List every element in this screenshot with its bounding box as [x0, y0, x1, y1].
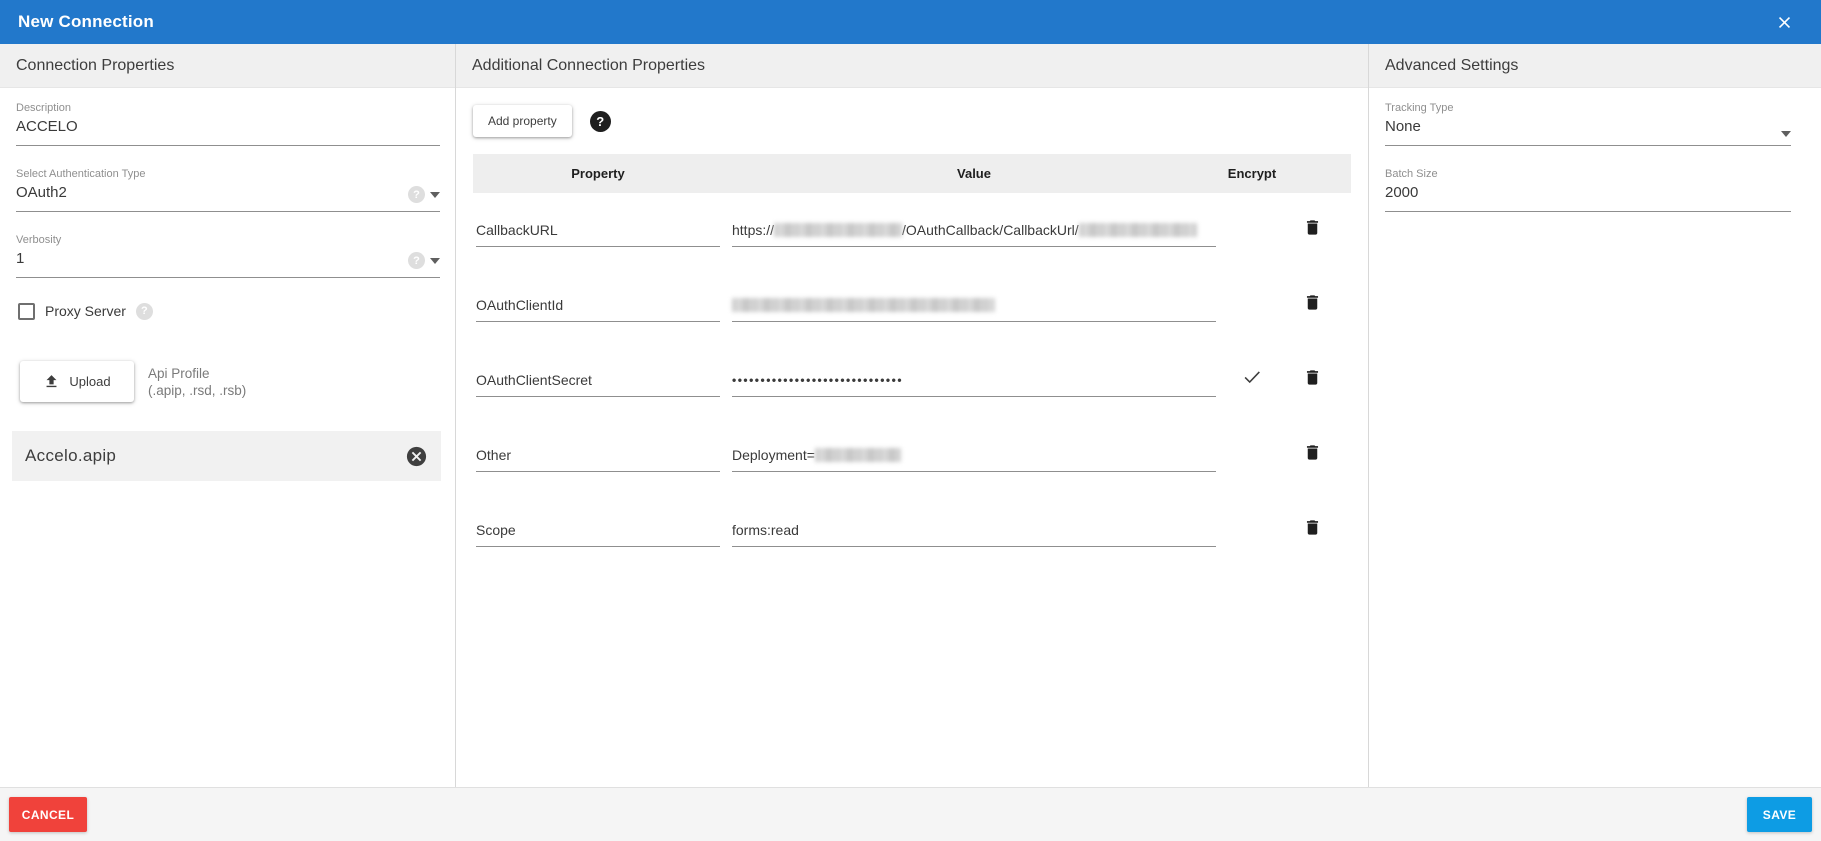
verbosity-adornments: ?	[408, 252, 440, 269]
property-value-input[interactable]: forms:read	[732, 521, 1216, 547]
api-profile-caption-line2: (.apip, .rsd, .rsb)	[148, 382, 246, 399]
remove-file-icon[interactable]	[404, 444, 428, 468]
connection-properties-content: Description ACCELO Select Authentication…	[0, 88, 455, 402]
value-text: /OAuthCallback/CallbackUrl/	[902, 222, 1079, 238]
batch-size-input[interactable]: 2000	[1385, 181, 1791, 205]
api-profile-caption-line1: Api Profile	[148, 365, 246, 382]
uploaded-file-name: Accelo.apip	[25, 446, 116, 466]
close-icon[interactable]	[1771, 9, 1797, 35]
delete-row-icon[interactable]	[1288, 292, 1336, 322]
authentication-type-field[interactable]: Select Authentication Type OAuth2 ?	[16, 167, 440, 212]
uploaded-file-bar: Accelo.apip	[12, 431, 441, 481]
verbosity-label: Verbosity	[16, 233, 440, 247]
description-label: Description	[16, 101, 440, 115]
dialog-title: New Connection	[18, 12, 154, 32]
batch-size-field[interactable]: Batch Size 2000	[1385, 167, 1791, 212]
description-input[interactable]: ACCELO	[16, 115, 440, 139]
table-row: OAuthClientSecret •••••••••••••••••••••••…	[473, 322, 1351, 397]
property-name-input[interactable]: OAuthClientId	[476, 296, 720, 322]
property-value-input[interactable]	[732, 296, 1216, 322]
table-row: Other Deployment=	[473, 397, 1351, 472]
cancel-button[interactable]: CANCEL	[9, 797, 87, 832]
value-text: forms:read	[732, 522, 799, 538]
delete-row-icon[interactable]	[1288, 217, 1336, 247]
encrypt-cell	[1216, 238, 1288, 247]
value-text: https://	[732, 222, 774, 238]
redacted-value	[774, 223, 902, 237]
authentication-type-label: Select Authentication Type	[16, 167, 440, 181]
property-name-input[interactable]: OAuthClientSecret	[476, 371, 720, 397]
additional-properties-content: Add property ? Property Value Encrypt Ca…	[456, 88, 1368, 547]
delete-row-icon[interactable]	[1288, 367, 1336, 397]
redacted-value	[815, 448, 901, 462]
add-property-button[interactable]: Add property	[473, 105, 572, 137]
property-value-input[interactable]: Deployment=	[732, 446, 1216, 472]
masked-value-text: ••••••••••••••••••••••••••••••	[732, 373, 903, 387]
batch-size-label: Batch Size	[1385, 167, 1791, 181]
api-profile-caption: Api Profile (.apip, .rsd, .rsb)	[148, 365, 246, 399]
help-icon[interactable]: ?	[408, 252, 425, 269]
authentication-type-adornments: ?	[408, 186, 440, 203]
property-name-input[interactable]: CallbackURL	[476, 221, 720, 247]
proxy-server-label: Proxy Server	[45, 303, 126, 319]
authentication-type-select[interactable]: OAuth2	[16, 181, 440, 205]
dialog-header: New Connection	[0, 0, 1821, 44]
upload-button[interactable]: Upload	[20, 361, 134, 402]
help-icon[interactable]: ?	[136, 303, 153, 320]
value-text: Deployment=	[732, 447, 815, 463]
chevron-down-icon[interactable]	[430, 192, 440, 198]
additional-properties-title: Additional Connection Properties	[456, 44, 1368, 88]
table-row: CallbackURL https:// /OAuthCallback/Callba…	[473, 193, 1351, 247]
redacted-value	[1079, 223, 1197, 237]
additional-properties-panel: Additional Connection Properties Add pro…	[456, 44, 1369, 787]
upload-icon	[43, 373, 60, 390]
delete-row-icon[interactable]	[1288, 517, 1336, 547]
property-value-input[interactable]: ••••••••••••••••••••••••••••••	[732, 370, 1216, 397]
encrypt-cell	[1216, 463, 1288, 472]
help-icon[interactable]: ?	[408, 186, 425, 203]
advanced-settings-content: Tracking Type None Batch Size 2000	[1369, 88, 1821, 212]
connection-properties-title: Connection Properties	[0, 44, 455, 88]
dialog-footer: CANCEL SAVE	[0, 787, 1821, 841]
tracking-type-field[interactable]: Tracking Type None	[1385, 101, 1791, 146]
help-icon[interactable]: ?	[590, 111, 611, 132]
tracking-type-adornments	[1781, 131, 1791, 137]
description-field[interactable]: Description ACCELO	[16, 101, 440, 146]
dialog-body: Connection Properties Description ACCELO…	[0, 44, 1821, 787]
encrypt-check-icon[interactable]	[1216, 366, 1288, 397]
encrypt-cell	[1216, 538, 1288, 547]
proxy-server-checkbox[interactable]	[18, 303, 35, 320]
advanced-settings-title: Advanced Settings	[1369, 44, 1821, 88]
redacted-value	[732, 298, 995, 312]
proxy-server-row: Proxy Server ?	[18, 301, 440, 321]
property-table-header: Property Value Encrypt	[473, 154, 1351, 193]
encrypt-cell	[1216, 313, 1288, 322]
tracking-type-select[interactable]: None	[1385, 115, 1791, 139]
property-name-input[interactable]: Other	[476, 446, 720, 472]
encrypt-column-header: Encrypt	[1216, 166, 1288, 181]
add-property-row: Add property ?	[473, 105, 1351, 137]
property-rows: CallbackURL https:// /OAuthCallback/Callba…	[473, 193, 1351, 547]
advanced-settings-panel: Advanced Settings Tracking Type None Bat…	[1369, 44, 1821, 787]
api-profile-upload-row: Upload Api Profile (.apip, .rsd, .rsb)	[16, 361, 440, 402]
new-connection-dialog: New Connection Connection Properties Des…	[0, 0, 1821, 841]
tracking-type-label: Tracking Type	[1385, 101, 1791, 115]
verbosity-field[interactable]: Verbosity 1 ?	[16, 233, 440, 278]
chevron-down-icon[interactable]	[430, 258, 440, 264]
table-row: Scope forms:read	[473, 472, 1351, 547]
verbosity-select[interactable]: 1	[16, 247, 440, 271]
upload-button-label: Upload	[69, 374, 110, 389]
save-button[interactable]: SAVE	[1747, 797, 1812, 832]
property-value-input[interactable]: https:// /OAuthCallback/CallbackUrl/	[732, 221, 1216, 247]
value-column-header: Value	[732, 166, 1216, 181]
table-row: OAuthClientId	[473, 247, 1351, 322]
chevron-down-icon[interactable]	[1781, 131, 1791, 137]
delete-row-icon[interactable]	[1288, 442, 1336, 472]
property-name-input[interactable]: Scope	[476, 521, 720, 547]
property-column-header: Property	[476, 166, 720, 181]
connection-properties-panel: Connection Properties Description ACCELO…	[0, 44, 456, 787]
